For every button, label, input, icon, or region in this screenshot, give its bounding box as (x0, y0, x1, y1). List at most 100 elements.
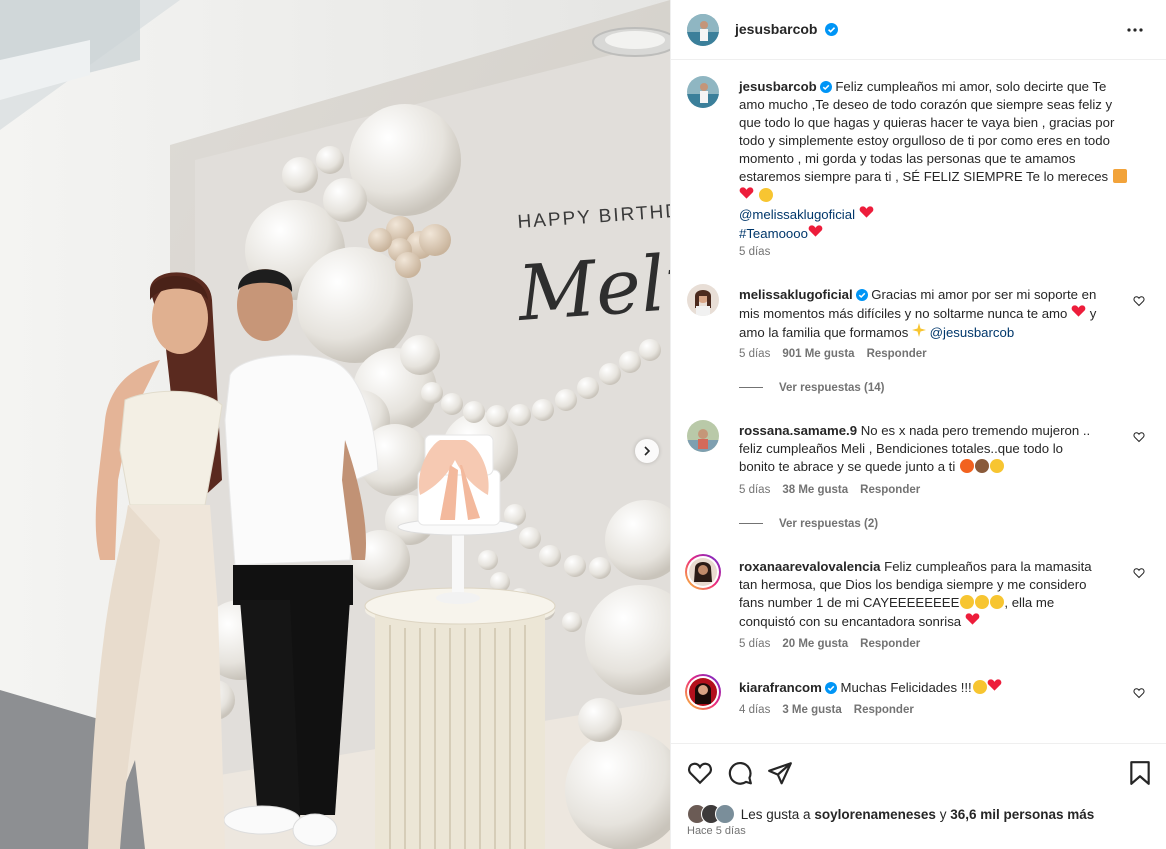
heart-eyes-emoji-icon (960, 595, 975, 609)
liker-avatars (687, 804, 737, 824)
comment-avatar[interactable] (687, 284, 719, 316)
view-replies-button[interactable]: Ver respuestas (2) (739, 518, 878, 530)
next-photo-button[interactable] (635, 439, 659, 463)
red-heart-emoji-icon (808, 225, 823, 237)
comment-meta: 5 días 20 Me gusta Responder (739, 638, 920, 650)
heart-outline-icon (1133, 568, 1145, 579)
share-button[interactable] (767, 760, 793, 791)
likes-user[interactable]: soylorenameneses (814, 807, 936, 822)
caption-avatar[interactable] (687, 76, 719, 108)
fire-emoji-icon (959, 459, 974, 473)
caption-text: Feliz cumpleaños mi amor, solo decirte q… (739, 79, 1115, 184)
comments-list[interactable]: jesusbarcob Feliz cumpleaños mi amor, so… (671, 60, 1166, 743)
reply-button[interactable]: Responder (860, 638, 920, 650)
photo-illustration: HAPPY BIRTHDA Melis (0, 0, 670, 849)
post-photo[interactable]: HAPPY BIRTHDA Melis (0, 0, 670, 849)
verified-badge-icon (855, 289, 868, 301)
comment-avatar-story-ring[interactable] (685, 674, 721, 710)
comment-text: Muchas Felicidades !!! (840, 680, 972, 695)
comment-like-button[interactable] (1133, 686, 1145, 704)
verified-badge-icon (819, 81, 832, 93)
comment-text-block: rossana.samame.9 No es x nada pero treme… (739, 422, 1101, 476)
heart-outline-icon (1133, 432, 1145, 443)
comment-likes[interactable]: 20 Me gusta (782, 638, 848, 650)
comment-time[interactable]: 4 días (739, 704, 770, 716)
comment-icon (728, 762, 752, 785)
chevron-right-icon (644, 446, 651, 456)
party-face-emoji-icon (989, 459, 1004, 473)
comment-avatar-story-ring[interactable] (685, 554, 721, 590)
red-heart-emoji-icon (987, 679, 1002, 691)
red-heart-emoji-icon (859, 206, 874, 218)
heart-icon (688, 762, 712, 785)
red-heart-emoji-icon (1071, 305, 1086, 317)
heart-eyes-emoji-icon (758, 188, 773, 202)
red-heart-emoji-icon (965, 613, 980, 625)
likes-summary[interactable]: Les gusta a soylorenameneses y 36,6 mil … (687, 804, 1094, 824)
comment-username[interactable]: melissaklugoficial (739, 287, 853, 302)
comment-username[interactable]: roxanaarevalovalencia (739, 559, 881, 574)
comment-like-button[interactable] (1133, 430, 1145, 448)
comment-meta: 5 días 901 Me gusta Responder (739, 348, 927, 360)
reply-button[interactable]: Responder (867, 348, 927, 360)
caption-mention[interactable]: @melissaklugoficial (739, 207, 855, 222)
heart-outline-icon (1133, 688, 1145, 699)
heart-outline-icon (1133, 296, 1145, 307)
view-replies-button[interactable]: Ver respuestas (14) (739, 382, 884, 394)
heart-eyes-emoji-icon (975, 595, 990, 609)
view-replies-label: Ver respuestas (14) (779, 382, 885, 394)
post-details-panel: jesusbarcob jesusbarcob Feliz cumpleaños… (670, 0, 1166, 849)
post-caption: jesusbarcob Feliz cumpleaños mi amor, so… (687, 74, 1157, 269)
post-timestamp[interactable]: Hace 5 días (687, 825, 746, 837)
comment-likes[interactable]: 38 Me gusta (782, 484, 848, 496)
gift-emoji-icon (1112, 169, 1127, 183)
comment-mention[interactable]: @jesusbarcob (930, 325, 1015, 340)
comment-time[interactable]: 5 días (739, 484, 770, 496)
comment-time[interactable]: 5 días (739, 638, 770, 650)
comment-likes[interactable]: 901 Me gusta (782, 348, 854, 360)
comment-avatar[interactable] (687, 420, 719, 452)
banner-script-text: Melis (513, 234, 670, 338)
comment-item: rossana.samame.9 No es x nada pero treme… (687, 418, 1157, 538)
verified-badge-icon (824, 682, 837, 694)
comment-likes[interactable]: 3 Me gusta (782, 704, 841, 716)
instagram-post-view: HAPPY BIRTHDA Melis jesusbarcob jesusbar… (0, 0, 1166, 849)
reply-button[interactable]: Responder (860, 484, 920, 496)
verified-badge-icon (824, 23, 838, 36)
heart-eyes-emoji-icon (990, 595, 1005, 609)
likes-others[interactable]: 36,6 mil personas más (950, 807, 1094, 822)
caption-hashtag[interactable]: #Teamoooo (739, 226, 808, 241)
comment-meta: 5 días 38 Me gusta Responder (739, 484, 920, 496)
red-heart-emoji-icon (739, 187, 754, 199)
comment-text-block: kiarafrancom Muchas Felicidades !!! (739, 678, 1101, 697)
caption-time[interactable]: 5 días (739, 246, 770, 258)
like-button[interactable] (687, 760, 713, 791)
comment-time[interactable]: 5 días (739, 348, 770, 360)
more-options-button[interactable] (1123, 18, 1147, 47)
author-avatar[interactable] (687, 14, 719, 46)
author-username[interactable]: jesusbarcob (735, 21, 817, 37)
comment-username[interactable]: kiarafrancom (739, 680, 822, 695)
bookmark-icon (1130, 761, 1150, 785)
comment-text-block: melissaklugoficial Gracias mi amor por s… (739, 286, 1101, 342)
likes-prefix: Les gusta a (740, 807, 811, 822)
reply-button[interactable]: Responder (854, 704, 914, 716)
replies-divider (739, 523, 763, 525)
post-actions-bar: Les gusta a soylorenameneses y 36,6 mil … (671, 743, 1166, 849)
replies-divider (739, 387, 763, 389)
save-button[interactable] (1127, 760, 1153, 791)
clapping-hands-emoji-icon (972, 680, 987, 694)
view-replies-label: Ver respuestas (2) (779, 518, 879, 530)
comment-button[interactable] (727, 760, 753, 791)
caption-username[interactable]: jesusbarcob (739, 79, 817, 94)
comment-like-button[interactable] (1133, 294, 1145, 312)
comment-item: kiarafrancom Muchas Felicidades !!! 4 dí… (685, 674, 1157, 734)
sparkles-emoji-icon (911, 323, 926, 337)
post-header: jesusbarcob (671, 0, 1166, 60)
comment-item: roxanaarevalovalencia Feliz cumpleaños p… (685, 554, 1157, 664)
comment-username[interactable]: rossana.samame.9 (739, 423, 857, 438)
likes-mid: y (939, 807, 947, 822)
comment-like-button[interactable] (1133, 566, 1145, 584)
comment-meta: 4 días 3 Me gusta Responder (739, 704, 914, 716)
comment-text-block: roxanaarevalovalencia Feliz cumpleaños p… (739, 558, 1101, 631)
